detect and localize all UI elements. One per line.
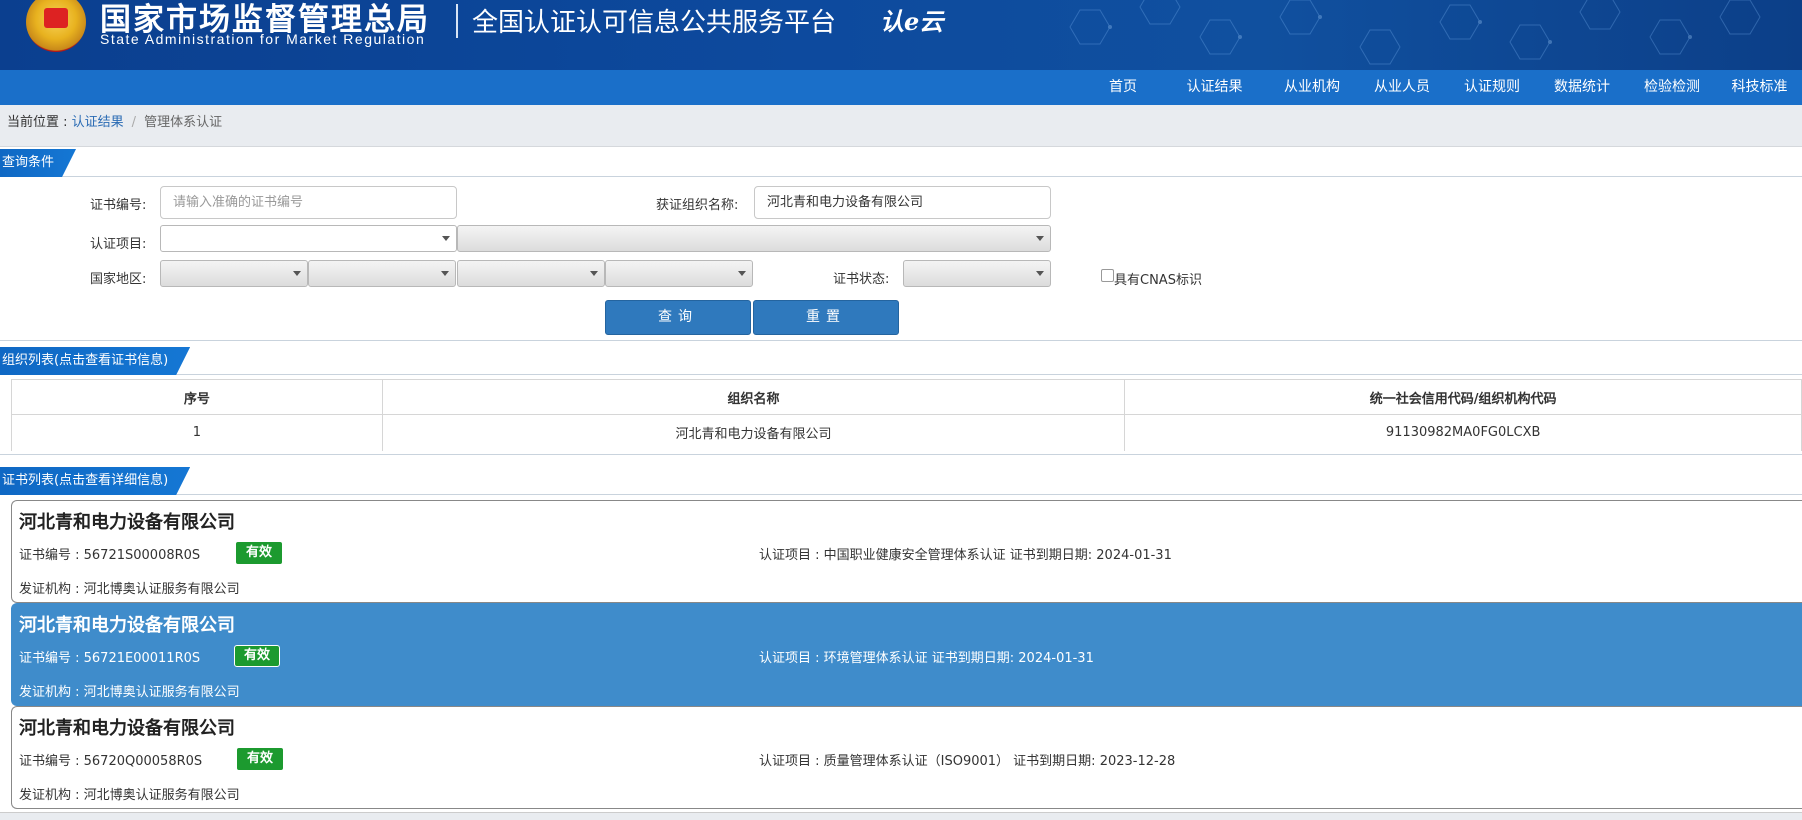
status-badge: 有效 bbox=[234, 645, 281, 667]
cert-project-expiry: 认证项目 : 质量管理体系认证（ISO9001） 证书到期日期: 2023-12… bbox=[759, 754, 1176, 769]
table-row[interactable]: 1 河北青和电力设备有限公司 91130982MA0FG0LCXB bbox=[11, 414, 1802, 451]
org-list-section-title: 组织列表(点击查看证书信息) bbox=[0, 347, 190, 375]
cell-credit-code: 91130982MA0FG0LCXB bbox=[1124, 414, 1802, 451]
column-header-index: 序号 bbox=[11, 379, 383, 415]
chevron-down-icon bbox=[1036, 236, 1044, 241]
region-select-4[interactable] bbox=[605, 260, 753, 287]
search-button[interactable]: 查询 bbox=[605, 300, 751, 335]
cert-number: 证书编号 : 56721S00008R0S bbox=[19, 548, 201, 563]
cert-no-label: 证书编号: bbox=[90, 198, 147, 213]
cell-org-name[interactable]: 河北青和电力设备有限公司 bbox=[381, 414, 1126, 451]
cert-project-expiry: 认证项目 : 环境管理体系认证 证书到期日期: 2024-01-31 bbox=[759, 651, 1094, 666]
cert-number: 证书编号 : 56720Q00058R0S bbox=[19, 754, 203, 769]
chevron-down-icon bbox=[441, 271, 449, 276]
query-section-title: 查询条件 bbox=[0, 149, 76, 177]
renyun-logo: 认e云 bbox=[880, 7, 944, 36]
status-badge: 有效 bbox=[236, 542, 283, 564]
chevron-down-icon bbox=[442, 236, 450, 241]
national-emblem-logo bbox=[26, 0, 86, 52]
cert-list-section-title: 证书列表(点击查看详细信息) bbox=[0, 467, 190, 495]
nav-item-cert-rules[interactable]: 认证规则 bbox=[1447, 70, 1537, 105]
agency-name-en: State Administration for Market Regulati… bbox=[100, 31, 426, 47]
region-select-3[interactable] bbox=[457, 260, 605, 287]
cert-issuer: 发证机构 : 河北博奥认证服务有限公司 bbox=[19, 788, 240, 803]
status-badge: 有效 bbox=[237, 748, 284, 770]
cert-list-section-header: 证书列表(点击查看详细信息) bbox=[0, 465, 1802, 495]
reset-button[interactable]: 重置 bbox=[753, 300, 899, 335]
cert-card-selected[interactable]: 河北青和电力设备有限公司 证书编号 : 56721E00011R0S 有效 认证… bbox=[11, 603, 1802, 706]
chevron-down-icon bbox=[738, 271, 746, 276]
cert-no-input[interactable]: 请输入准确的证书编号 bbox=[160, 186, 457, 219]
cert-issuer: 发证机构 : 河北博奥认证服务有限公司 bbox=[19, 582, 240, 597]
org-table-header-row: 序号 组织名称 统一社会信用代码/组织机构代码 bbox=[11, 379, 1802, 415]
nav-item-practitioners[interactable]: 从业人员 bbox=[1357, 70, 1447, 105]
cell-index: 1 bbox=[11, 414, 383, 451]
breadcrumb: 当前位置 : 认证结果 / 管理体系认证 bbox=[0, 105, 1802, 147]
project-label: 认证项目: bbox=[90, 237, 147, 252]
project-subcategory-select[interactable] bbox=[457, 225, 1051, 252]
org-list-section-header: 组织列表(点击查看证书信息) bbox=[0, 345, 1802, 375]
region-select-1[interactable] bbox=[160, 260, 308, 287]
page-bottom-strip bbox=[0, 812, 1802, 820]
region-label: 国家地区: bbox=[90, 272, 147, 287]
cnas-checkbox[interactable] bbox=[1101, 269, 1114, 282]
org-name-label: 获证组织名称: bbox=[656, 198, 739, 213]
breadcrumb-separator: / bbox=[131, 115, 137, 130]
org-table: 序号 组织名称 统一社会信用代码/组织机构代码 1 河北青和电力设备有限公司 9… bbox=[11, 379, 1802, 451]
breadcrumb-label: 当前位置 : bbox=[7, 115, 72, 130]
banner-divider bbox=[456, 4, 458, 38]
cert-number: 证书编号 : 56721E00011R0S bbox=[19, 651, 201, 666]
breadcrumb-current: 管理体系认证 bbox=[144, 115, 223, 130]
column-header-credit-code: 统一社会信用代码/组织机构代码 bbox=[1124, 379, 1802, 415]
chevron-down-icon bbox=[1036, 271, 1044, 276]
cert-status-select[interactable] bbox=[903, 260, 1051, 287]
cert-issuer: 发证机构 : 河北博奥认证服务有限公司 bbox=[19, 685, 240, 700]
breadcrumb-link-cert-results[interactable]: 认证结果 bbox=[72, 115, 124, 130]
column-header-org-name: 组织名称 bbox=[381, 379, 1126, 415]
nav-item-cert-results[interactable]: 认证结果 bbox=[1162, 70, 1267, 105]
project-category-select[interactable] bbox=[160, 225, 457, 252]
region-select-2[interactable] bbox=[308, 260, 456, 287]
cert-card[interactable]: 河北青和电力设备有限公司 证书编号 : 56721S00008R0S 有效 认证… bbox=[11, 500, 1802, 603]
nav-item-statistics[interactable]: 数据统计 bbox=[1537, 70, 1627, 105]
cert-company-name: 河北青和电力设备有限公司 bbox=[19, 615, 235, 636]
query-section-header: 查询条件 bbox=[0, 147, 1802, 177]
nav-item-standards[interactable]: 科技标准 bbox=[1717, 70, 1802, 105]
cert-card[interactable]: 河北青和电力设备有限公司 证书编号 : 56720Q00058R0S 有效 认证… bbox=[11, 706, 1802, 809]
nav-item-home[interactable]: 首页 bbox=[1084, 70, 1162, 105]
cert-status-label: 证书状态: bbox=[833, 272, 890, 287]
main-nav: 首页 认证结果 从业机构 从业人员 认证规则 数据统计 检验检测 科技标准 bbox=[0, 70, 1802, 105]
platform-title: 全国认证认可信息公共服务平台 bbox=[472, 8, 837, 38]
cert-project-expiry: 认证项目 : 中国职业健康安全管理体系认证 证书到期日期: 2024-01-31 bbox=[759, 548, 1172, 563]
cert-company-name: 河北青和电力设备有限公司 bbox=[19, 718, 235, 739]
cert-company-name: 河北青和电力设备有限公司 bbox=[19, 512, 235, 533]
org-name-input[interactable]: 河北青和电力设备有限公司 bbox=[754, 186, 1051, 219]
divider bbox=[0, 454, 1802, 455]
divider bbox=[0, 340, 1802, 341]
nav-item-inspection[interactable]: 检验检测 bbox=[1627, 70, 1717, 105]
chevron-down-icon bbox=[590, 271, 598, 276]
site-banner: 国家市场监督管理总局 State Administration for Mark… bbox=[0, 0, 1802, 70]
chevron-down-icon bbox=[293, 271, 301, 276]
nav-item-institutions[interactable]: 从业机构 bbox=[1267, 70, 1357, 105]
hexagon-pattern-decoration bbox=[1069, 0, 1761, 65]
cnas-label: 具有CNAS标识 bbox=[1114, 273, 1202, 288]
